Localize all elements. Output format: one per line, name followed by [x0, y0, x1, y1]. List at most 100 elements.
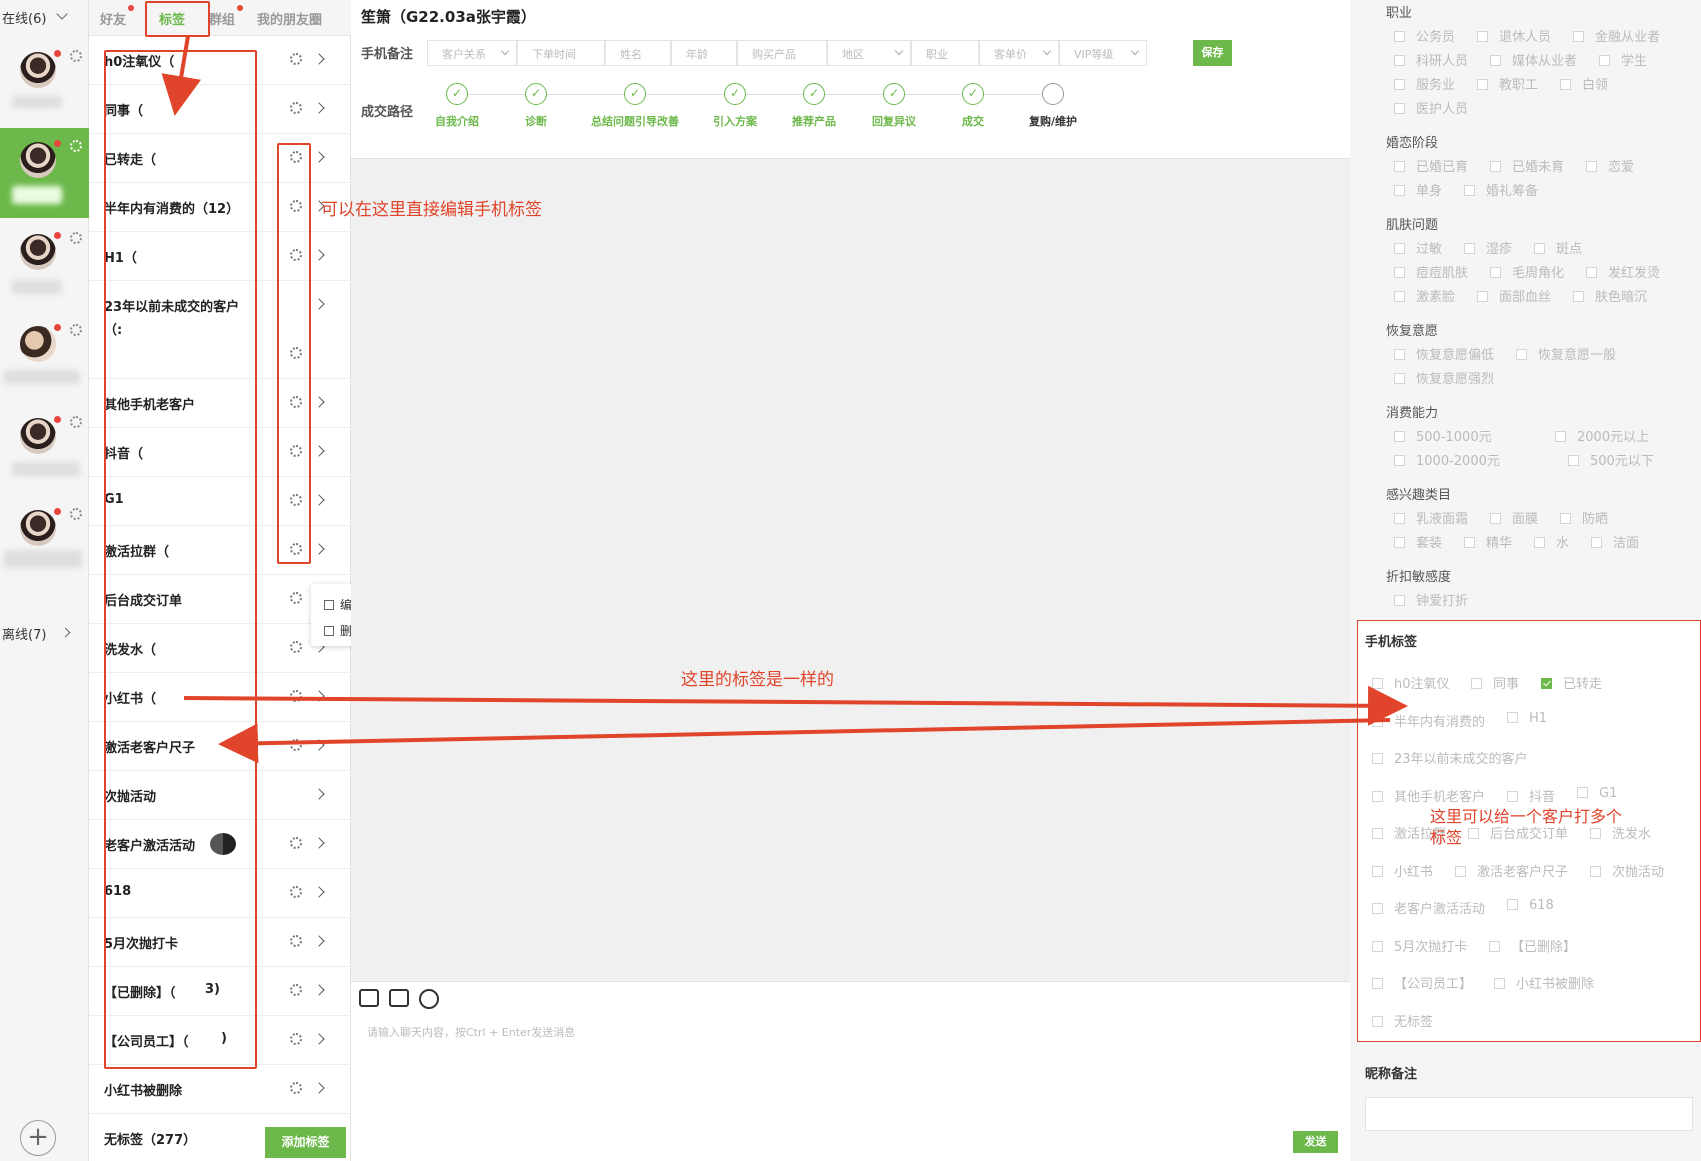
checkbox[interactable] — [1555, 431, 1566, 442]
gear-icon[interactable] — [290, 690, 302, 702]
phone-tag-option[interactable]: 同事 — [1471, 673, 1519, 692]
checkbox[interactable] — [1394, 373, 1405, 384]
note-field[interactable]: 姓名 — [605, 40, 671, 66]
gear-icon[interactable] — [290, 1033, 302, 1045]
checkbox[interactable] — [1455, 865, 1466, 877]
tab-moments[interactable]: 我的朋友圈 — [257, 9, 322, 28]
checkbox[interactable] — [1516, 349, 1527, 360]
checkbox[interactable] — [1590, 828, 1601, 839]
add-account-button[interactable]: + — [20, 1120, 56, 1156]
phone-tag-option[interactable]: 老客户激活活动 — [1372, 898, 1485, 917]
checkbox[interactable] — [1394, 455, 1405, 466]
profile-option[interactable]: 1000-2000元 — [1394, 450, 1500, 469]
deal-step[interactable]: ✓ 引入方案 — [713, 83, 757, 128]
chevron-right-icon[interactable] — [313, 249, 325, 261]
profile-option[interactable]: 公务员 — [1394, 26, 1455, 45]
profile-option[interactable]: 恢复意愿一般 — [1516, 344, 1616, 363]
checkbox[interactable] — [1372, 903, 1383, 914]
add-tag-button[interactable]: 添加标签 — [265, 1127, 346, 1158]
profile-option[interactable]: 防晒 — [1560, 508, 1608, 527]
phone-tag-option[interactable]: 【已删除】 — [1489, 936, 1576, 955]
account-item[interactable] — [0, 496, 89, 586]
phone-tag-option[interactable]: 抖音 — [1507, 786, 1555, 805]
profile-option[interactable]: 激素脸 — [1394, 286, 1455, 305]
note-field[interactable]: 下单时间 — [517, 40, 605, 66]
profile-option[interactable]: 医护人员 — [1394, 98, 1468, 117]
checkbox[interactable] — [1586, 267, 1597, 278]
phone-tag-option[interactable]: 激活老客户尺子 — [1455, 861, 1568, 880]
gear-icon[interactable] — [70, 232, 82, 244]
chevron-right-icon[interactable] — [313, 984, 325, 996]
chevron-right-icon[interactable] — [313, 935, 325, 947]
checkbox[interactable] — [1541, 678, 1552, 689]
profile-option[interactable]: 毛周角化 — [1490, 262, 1564, 281]
chevron-right-icon[interactable] — [313, 837, 325, 849]
profile-option[interactable]: 斑点 — [1534, 238, 1582, 257]
chat-message-area[interactable] — [351, 158, 1350, 981]
profile-option[interactable]: 恢复意愿强烈 — [1394, 368, 1494, 387]
chevron-right-icon[interactable] — [313, 53, 325, 65]
profile-option[interactable]: 钟爱打折 — [1394, 590, 1468, 609]
gear-icon[interactable] — [290, 837, 302, 849]
checkbox[interactable] — [1507, 790, 1518, 802]
note-field[interactable]: 年龄 — [671, 40, 737, 66]
checkbox[interactable] — [1568, 455, 1579, 466]
chevron-right-icon[interactable] — [313, 1082, 325, 1094]
deal-step[interactable]: ✓ 自我介绍 — [435, 83, 479, 128]
chevron-right-icon[interactable] — [313, 1033, 325, 1045]
phone-tag-option[interactable]: 618 — [1507, 898, 1554, 913]
gear-icon[interactable] — [70, 140, 82, 152]
checkbox[interactable] — [1573, 291, 1584, 302]
checkbox[interactable] — [1490, 161, 1501, 172]
checkbox[interactable] — [1507, 899, 1518, 910]
checkbox[interactable] — [1394, 55, 1405, 66]
profile-option[interactable]: 精华 — [1464, 532, 1512, 551]
chevron-right-icon[interactable] — [313, 739, 325, 751]
checkbox[interactable] — [1372, 1015, 1383, 1027]
checkbox[interactable] — [1372, 715, 1383, 727]
phone-tag-option[interactable]: H1 — [1507, 711, 1547, 726]
profile-option[interactable]: 服务业 — [1394, 74, 1455, 93]
checkbox[interactable] — [1494, 978, 1505, 989]
profile-option[interactable]: 发红发烫 — [1586, 262, 1660, 281]
checkbox[interactable] — [1372, 790, 1383, 802]
profile-option[interactable]: 痘痘肌肤 — [1394, 262, 1468, 281]
gear-icon[interactable] — [290, 935, 302, 947]
checkbox[interactable] — [1477, 79, 1488, 90]
profile-option[interactable]: 退休人员 — [1477, 26, 1551, 45]
profile-option[interactable]: 婚礼筹备 — [1464, 180, 1538, 199]
profile-option[interactable]: 肤色暗沉 — [1573, 286, 1647, 305]
phone-tag-option[interactable]: 小红书被删除 — [1494, 973, 1594, 992]
profile-option[interactable]: 已婚未育 — [1490, 156, 1564, 175]
checkbox[interactable] — [1372, 678, 1383, 689]
chevron-right-icon[interactable] — [313, 788, 325, 800]
note-field[interactable]: 客单价 — [979, 40, 1059, 66]
checkbox[interactable] — [1560, 79, 1571, 90]
checkbox[interactable] — [1573, 31, 1584, 42]
phone-tag-option[interactable]: 其他手机老客户 — [1372, 786, 1485, 805]
video-icon[interactable] — [389, 989, 409, 1007]
chevron-right-icon[interactable] — [313, 396, 325, 408]
checkbox[interactable] — [1471, 678, 1482, 689]
deal-step[interactable]: ✓ 回复异议 — [872, 83, 916, 128]
profile-option[interactable]: 套装 — [1394, 532, 1442, 551]
checkbox[interactable] — [1577, 786, 1588, 798]
checkbox[interactable] — [1372, 865, 1383, 877]
checkbox[interactable] — [1464, 185, 1475, 196]
deal-step[interactable]: ✓ 成交 — [962, 83, 984, 128]
emoji-icon[interactable] — [419, 989, 439, 1009]
checkbox[interactable] — [1534, 537, 1545, 548]
deal-step[interactable]: ✓ 总结问题引导改善 — [591, 83, 679, 128]
profile-option[interactable]: 恢复意愿偏低 — [1394, 344, 1494, 363]
profile-option[interactable]: 水 — [1534, 532, 1569, 551]
gear-icon[interactable] — [290, 739, 302, 751]
deal-step[interactable]: ✓ 诊断 — [525, 83, 547, 128]
chevron-right-icon[interactable] — [313, 151, 325, 163]
checkbox[interactable] — [1560, 513, 1571, 524]
note-field[interactable]: VIP等级 — [1059, 40, 1147, 66]
gear-icon[interactable] — [290, 984, 302, 996]
deal-step[interactable]: 复购/维护 — [1029, 83, 1077, 128]
profile-option[interactable]: 过敏 — [1394, 238, 1442, 257]
checkbox[interactable] — [1468, 828, 1479, 839]
checkbox[interactable] — [1490, 267, 1501, 278]
